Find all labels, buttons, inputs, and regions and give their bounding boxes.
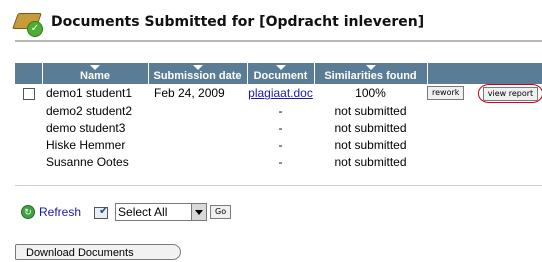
chevron-down-icon[interactable] bbox=[191, 204, 207, 220]
select-checkbox-icon: ✔ bbox=[94, 205, 110, 219]
documents-folder-icon: ✓ bbox=[12, 9, 43, 37]
page-title: Documents Submitted for [Opdracht inleve… bbox=[51, 14, 425, 30]
table-row: demo2 student2 - not submitted bbox=[15, 103, 542, 120]
table-row: demo student3 - not submitted bbox=[15, 120, 542, 137]
submission-date bbox=[148, 137, 247, 154]
document-value: - bbox=[278, 121, 283, 136]
col-actions-header bbox=[427, 63, 542, 84]
refresh-link[interactable]: Refresh bbox=[39, 205, 81, 219]
title-divider bbox=[15, 40, 542, 42]
submission-date bbox=[148, 103, 247, 120]
col-name-header[interactable]: Name bbox=[42, 63, 149, 84]
row-checkbox[interactable] bbox=[22, 88, 35, 101]
submission-date bbox=[148, 120, 247, 137]
col-date-header[interactable]: Submission date bbox=[148, 63, 248, 84]
table-row: Susanne Ootes - not submitted bbox=[15, 154, 542, 171]
student-name: demo2 student2 bbox=[46, 104, 133, 119]
student-name: demo1 student1 bbox=[46, 86, 133, 101]
document-value: - bbox=[278, 138, 283, 153]
rework-button[interactable]: rework bbox=[427, 86, 465, 101]
student-name: demo student3 bbox=[46, 121, 126, 136]
similarity-value: not submitted bbox=[334, 121, 407, 136]
table-toolbar: ↻ Refresh ✔ Select All Go bbox=[21, 203, 232, 221]
table-row: Hiske Hemmer - not submitted bbox=[15, 137, 542, 154]
bulk-select-dropdown[interactable]: Select All bbox=[115, 203, 208, 221]
col-select-header bbox=[15, 63, 43, 84]
download-documents-button[interactable]: Download Documents bbox=[15, 244, 181, 260]
view-report-highlight: view report bbox=[477, 84, 542, 103]
student-name: Susanne Ootes bbox=[46, 155, 129, 170]
similarity-value: 100% bbox=[355, 86, 386, 101]
similarity-value: not submitted bbox=[334, 138, 407, 153]
bulk-select-value: Select All bbox=[118, 205, 168, 219]
submissions-table: Name Submission date Document Similariti… bbox=[15, 63, 542, 171]
similarity-value: not submitted bbox=[334, 104, 407, 119]
table-row: demo1 student1 Feb 24, 2009 plagiaat.doc… bbox=[15, 84, 542, 103]
table-header-row: Name Submission date Document Similariti… bbox=[15, 63, 542, 84]
refresh-icon[interactable]: ↻ bbox=[21, 205, 35, 219]
view-report-button[interactable]: view report bbox=[482, 86, 539, 101]
document-value: - bbox=[278, 104, 283, 119]
student-name: Hiske Hemmer bbox=[46, 138, 126, 153]
page-header: ✓ Documents Submitted for [Opdracht inle… bbox=[12, 8, 425, 37]
go-button[interactable]: Go bbox=[210, 205, 232, 219]
col-similarities-header[interactable]: Similarities found bbox=[314, 63, 428, 84]
submission-date bbox=[148, 154, 247, 171]
document-value: - bbox=[278, 155, 283, 170]
document-link[interactable]: plagiaat.doc bbox=[248, 86, 313, 100]
col-document-header[interactable]: Document bbox=[247, 63, 315, 84]
submission-date: Feb 24, 2009 bbox=[154, 86, 225, 101]
table-bottom-divider bbox=[15, 185, 542, 186]
similarity-value: not submitted bbox=[334, 155, 407, 170]
